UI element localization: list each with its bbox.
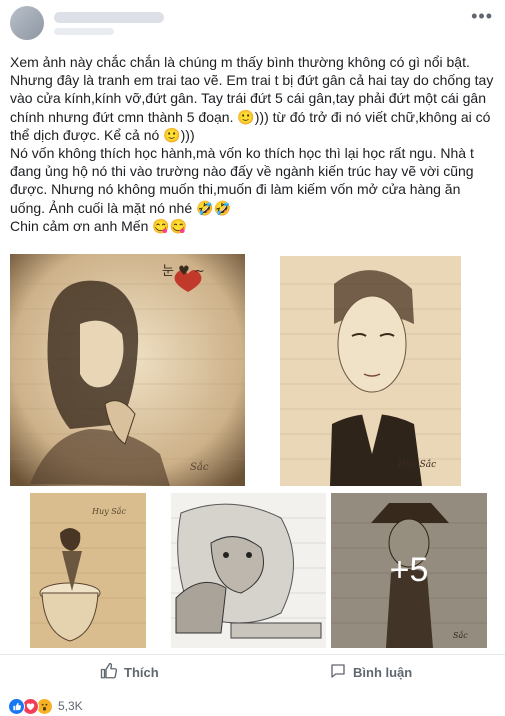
post-paragraph: Chin cảm ơn anh Mến 😋😋	[10, 217, 188, 234]
comment-label: Bình luận	[353, 664, 413, 680]
post-meta-blurred	[54, 28, 114, 35]
comment-icon	[329, 662, 353, 683]
like-label: Thích	[124, 664, 159, 680]
photo-5[interactable]: Sắc +5	[331, 493, 487, 648]
post-paragraph: Nhưng đây là tranh em trai tao vẽ. Em tr…	[10, 72, 494, 143]
photo-4[interactable]	[171, 493, 326, 648]
facebook-post: ••• Xem ảnh này chắc chắn là chúng m thấ…	[0, 0, 505, 716]
ellipsis-icon[interactable]: •••	[471, 6, 493, 27]
more-photos-overlay[interactable]: +5	[331, 493, 487, 648]
photo-1-signature: Sắc	[190, 462, 209, 473]
like-reaction-icon	[8, 697, 25, 715]
photo-3-signature: Huy Sắc	[92, 507, 126, 516]
photo-1[interactable]: 눈 ♥ ~ Sắc	[10, 254, 245, 486]
author-name-blurred[interactable]	[54, 12, 164, 23]
photo-2-signature: Huy Sắc	[398, 460, 437, 470]
post-paragraph: Nó vốn không thích học hành,mà vốn ko th…	[10, 145, 474, 216]
photo-3[interactable]: Huy Sắc	[10, 493, 166, 648]
reaction-count: 5,3K	[58, 699, 83, 713]
comment-button[interactable]: Bình luận	[329, 655, 412, 689]
post-header: •••	[0, 0, 505, 46]
photo-2[interactable]: Huy Sắc	[252, 254, 487, 486]
photo-1-caption: 눈 ♥ ~	[162, 264, 205, 279]
like-button[interactable]: Thích	[100, 655, 159, 689]
post-text: Xem ảnh này chắc chắn là chúng m thấy bì…	[10, 53, 495, 235]
action-bar: Thích Bình luận	[0, 654, 505, 691]
thumbs-up-icon	[100, 662, 124, 683]
author-avatar[interactable]	[10, 6, 44, 40]
post-paragraph: Xem ảnh này chắc chắn là chúng m thấy bì…	[10, 54, 470, 70]
reactions-summary[interactable]: 5,3K	[8, 697, 83, 715]
